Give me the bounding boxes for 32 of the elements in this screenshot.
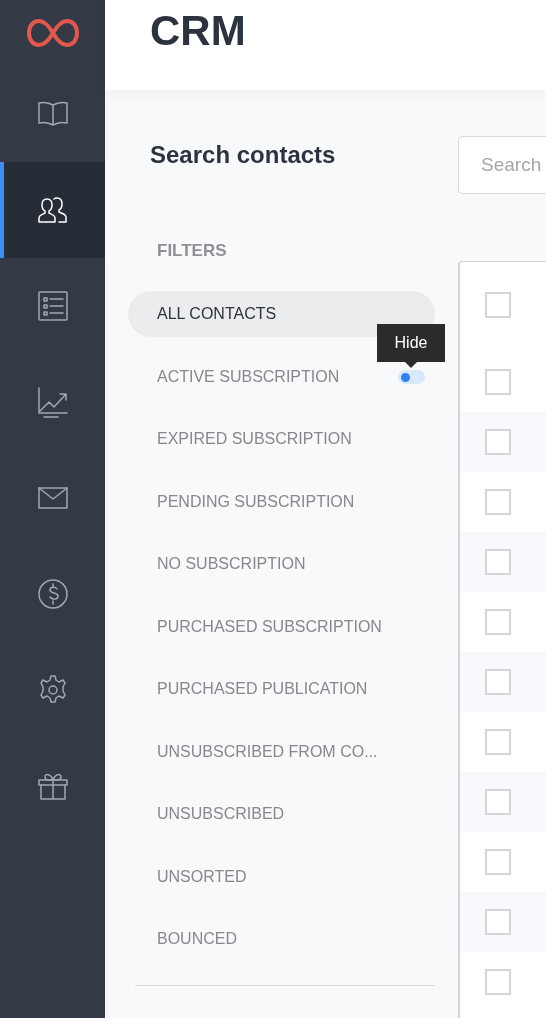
row-checkbox[interactable] — [485, 849, 511, 875]
row-checkbox[interactable] — [485, 429, 511, 455]
row-checkbox[interactable] — [485, 669, 511, 695]
dollar-icon — [35, 577, 70, 611]
sidebar-item[interactable] — [0, 162, 105, 258]
filter-item[interactable]: UNSORTED — [128, 853, 435, 900]
toggle-switch[interactable] — [398, 369, 425, 384]
row-checkbox[interactable] — [485, 729, 511, 755]
chart-icon — [35, 385, 70, 419]
filter-item[interactable]: NO SUBSCRIPTION — [128, 541, 435, 588]
row-checkbox[interactable] — [485, 969, 511, 995]
page-title: CRM — [150, 7, 246, 55]
tooltip: Hide — [377, 323, 445, 368]
filter-item[interactable]: UNSUBSCRIBED — [128, 791, 435, 838]
filter-item[interactable]: PURCHASED PUBLICATION — [128, 666, 435, 713]
filter-item[interactable]: UNSUBSCRIBED FROM CO... — [128, 728, 435, 775]
row-checkbox[interactable] — [485, 789, 511, 815]
row-checkbox[interactable] — [485, 609, 511, 635]
filter-item[interactable]: EXPIRED SUBSCRIPTION — [128, 416, 435, 463]
row-checkbox[interactable] — [485, 369, 511, 395]
filter-item[interactable]: PENDING SUBSCRIPTION — [128, 478, 435, 525]
search-field[interactable]: Search — [458, 136, 546, 194]
row-checkbox[interactable] — [485, 909, 511, 935]
row-checkbox[interactable] — [485, 549, 511, 575]
search-heading: Search contacts — [150, 140, 337, 170]
row-checkbox[interactable] — [485, 489, 511, 515]
select-all-checkbox[interactable] — [485, 292, 511, 318]
filters-heading: FILTERS — [157, 241, 228, 262]
filter-item[interactable]: PURCHASED SUBSCRIPTION — [128, 603, 435, 650]
list-icon — [35, 289, 70, 323]
filter-item[interactable]: BOUNCED — [128, 916, 435, 963]
infinity-logo-icon — [25, 16, 80, 50]
